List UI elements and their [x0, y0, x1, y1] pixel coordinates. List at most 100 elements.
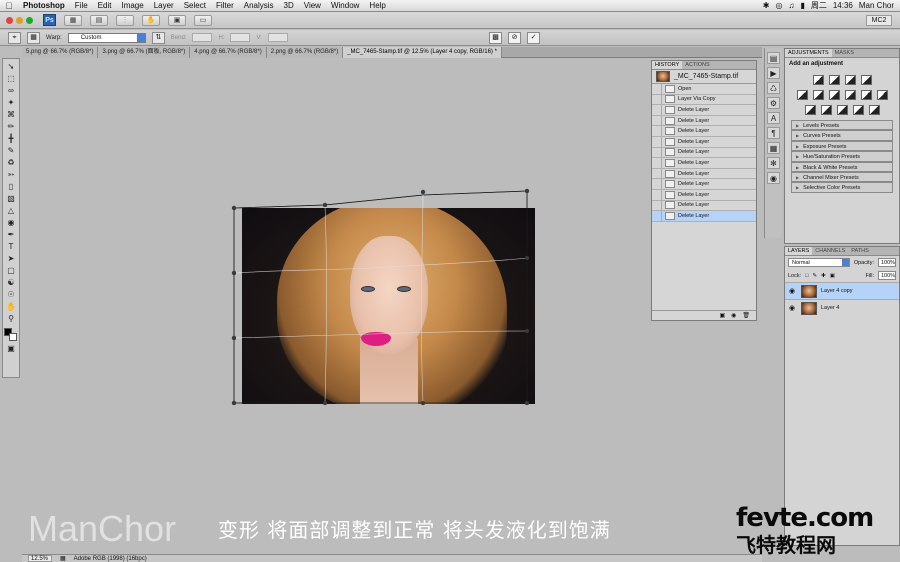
- history-item-selected[interactable]: Delete Layer: [652, 210, 756, 222]
- preset-hue-saturation[interactable]: Hue/Saturation Presets: [791, 151, 893, 162]
- cancel-transform-icon[interactable]: ⊘: [508, 31, 521, 44]
- preset-black-white[interactable]: Black & White Presets: [791, 161, 893, 172]
- layer-row[interactable]: ◉ Layer 4: [785, 299, 899, 316]
- arrange-documents-button[interactable]: ▣: [168, 14, 186, 26]
- new-document-from-state-icon[interactable]: ▣: [719, 312, 725, 319]
- close-window-button[interactable]: [6, 16, 13, 24]
- portrait-image[interactable]: [242, 208, 535, 404]
- clock-time[interactable]: 14:36: [833, 1, 853, 10]
- opacity-field[interactable]: 100%: [878, 258, 896, 267]
- v-distortion-field[interactable]: [267, 33, 288, 42]
- tab-doc-5[interactable]: 5.png @ 66.7% (RGB/8*): [22, 47, 99, 58]
- history-item[interactable]: Delete Layer: [652, 179, 756, 190]
- history-item[interactable]: Open: [652, 83, 756, 95]
- lock-pixels-icon[interactable]: ✎: [812, 273, 817, 279]
- pen-tool-icon[interactable]: ✒: [4, 229, 18, 240]
- photo-filter-icon[interactable]: [860, 90, 872, 100]
- lock-transparency-icon[interactable]: □: [805, 273, 808, 279]
- tab-history[interactable]: HISTORY: [652, 61, 683, 69]
- history-brush-source-icon[interactable]: [652, 210, 662, 221]
- path-select-tool-icon[interactable]: ➤: [4, 253, 18, 264]
- zoom-field[interactable]: 12.5%: [28, 555, 52, 562]
- color-swatches[interactable]: [4, 328, 18, 342]
- info-dock-icon[interactable]: ✻: [767, 157, 780, 169]
- preset-selective-color[interactable]: Selective Color Presets: [791, 182, 893, 193]
- view-extras-button[interactable]: ▤: [90, 14, 108, 26]
- 3d-rotate-tool-icon[interactable]: ☯: [4, 277, 18, 288]
- menu-select[interactable]: Select: [179, 1, 211, 10]
- workspace-switcher[interactable]: MC2: [866, 14, 892, 26]
- battery-icon[interactable]: ▮: [800, 1, 804, 10]
- zoom-tool-icon[interactable]: ⚲: [4, 313, 18, 324]
- character-dock-icon[interactable]: A: [767, 112, 780, 124]
- lasso-tool-icon[interactable]: ∞: [4, 85, 18, 96]
- history-dock-icon[interactable]: ▤: [767, 52, 780, 64]
- screen-mode-button[interactable]: ▭: [194, 14, 212, 26]
- history-item[interactable]: Delete Layer: [652, 189, 756, 201]
- tab-actions[interactable]: ACTIONS: [682, 61, 712, 69]
- new-snapshot-icon[interactable]: ◉: [731, 312, 736, 319]
- warp-orientation-icon[interactable]: ⇅: [151, 31, 165, 44]
- gradient-map-icon[interactable]: [852, 105, 864, 115]
- history-snapshot[interactable]: _MC_7465-Stamp.tif: [652, 70, 756, 84]
- clone-source-dock-icon[interactable]: ♺: [767, 82, 780, 94]
- menu-edit[interactable]: Edit: [93, 1, 117, 10]
- bend-field[interactable]: [192, 33, 213, 42]
- type-tool-icon[interactable]: T: [4, 241, 18, 252]
- blend-mode-select[interactable]: Normal: [788, 258, 850, 267]
- tab-doc-3[interactable]: 3.png @ 66.7% (面板, RGB/8*): [98, 47, 191, 58]
- tab-doc-stamp[interactable]: _MC_7465-Stamp.tif @ 12.5% (Layer 4 copy…: [343, 47, 502, 58]
- history-item[interactable]: Delete Layer: [652, 136, 756, 148]
- switch-free-transform-icon[interactable]: ▩: [489, 31, 502, 44]
- eyedropper-tool-icon[interactable]: ✏: [4, 121, 18, 132]
- selective-color-icon[interactable]: [868, 105, 880, 115]
- preset-curves[interactable]: Curves Presets: [791, 130, 893, 141]
- zoom-window-button[interactable]: [26, 16, 33, 24]
- lock-all-icon[interactable]: ▣: [830, 273, 835, 279]
- preset-exposure[interactable]: Exposure Presets: [791, 140, 893, 152]
- bluetooth-icon[interactable]: ✱: [763, 1, 770, 10]
- menu-3d[interactable]: 3D: [279, 1, 299, 10]
- preset-channel-mixer[interactable]: Channel Mixer Presets: [791, 171, 893, 183]
- menu-window[interactable]: Window: [326, 1, 364, 10]
- gradient-tool-icon[interactable]: ▧: [4, 193, 18, 204]
- levels-icon[interactable]: [828, 75, 840, 85]
- navigator-dock-icon[interactable]: ▦: [767, 142, 780, 154]
- menu-view[interactable]: View: [299, 1, 326, 10]
- layer-row-selected[interactable]: ◉ Layer 4 copy: [785, 282, 899, 299]
- menu-help[interactable]: Help: [364, 1, 390, 10]
- menu-layer[interactable]: Layer: [149, 1, 179, 10]
- menu-file[interactable]: File: [70, 1, 93, 10]
- brush-tool-icon[interactable]: ✎: [4, 145, 18, 156]
- tab-adjustments[interactable]: ADJUSTMENTS: [785, 49, 832, 57]
- crop-tool-icon[interactable]: ⌘: [4, 109, 18, 120]
- visibility-eye-icon[interactable]: ◉: [787, 287, 797, 295]
- history-item[interactable]: Delete Layer: [652, 147, 756, 159]
- hand-tool-button[interactable]: ✋: [142, 14, 160, 26]
- curves-icon[interactable]: [844, 75, 856, 85]
- volume-icon[interactable]: ♫: [788, 1, 794, 10]
- user-name[interactable]: Man Chor: [859, 1, 894, 10]
- tab-doc-2[interactable]: 2.png @ 66.7% (RGB/8*): [266, 47, 344, 58]
- blur-tool-icon[interactable]: △: [4, 205, 18, 216]
- menu-app-photoshop[interactable]: Photoshop: [18, 1, 70, 10]
- zoom-level-menu[interactable]: ⋮: [116, 14, 134, 26]
- styles-dock-icon[interactable]: ◉: [767, 172, 780, 184]
- history-brush-tool-icon[interactable]: ➳: [4, 169, 18, 180]
- channel-mixer-icon[interactable]: [876, 90, 888, 100]
- history-item[interactable]: Delete Layer: [652, 104, 756, 116]
- 3d-orbit-tool-icon[interactable]: ☉: [4, 289, 18, 300]
- history-item[interactable]: Delete Layer: [652, 115, 756, 127]
- h-distortion-field[interactable]: [230, 33, 251, 42]
- paragraph-dock-icon[interactable]: ¶: [767, 127, 780, 139]
- hue-saturation-icon[interactable]: [812, 90, 824, 100]
- hand-tool-icon[interactable]: ✋: [4, 301, 18, 312]
- move-tool-icon[interactable]: ➘: [4, 61, 18, 72]
- history-item[interactable]: Layer Via Copy: [652, 94, 756, 106]
- history-item[interactable]: Delete Layer: [652, 200, 756, 212]
- warp-style-select[interactable]: Custom: [67, 32, 146, 43]
- delete-state-icon[interactable]: 🗑: [742, 312, 750, 319]
- vibrance-icon[interactable]: [796, 90, 808, 100]
- menu-analysis[interactable]: Analysis: [239, 1, 279, 10]
- background-color-swatch[interactable]: [9, 333, 17, 341]
